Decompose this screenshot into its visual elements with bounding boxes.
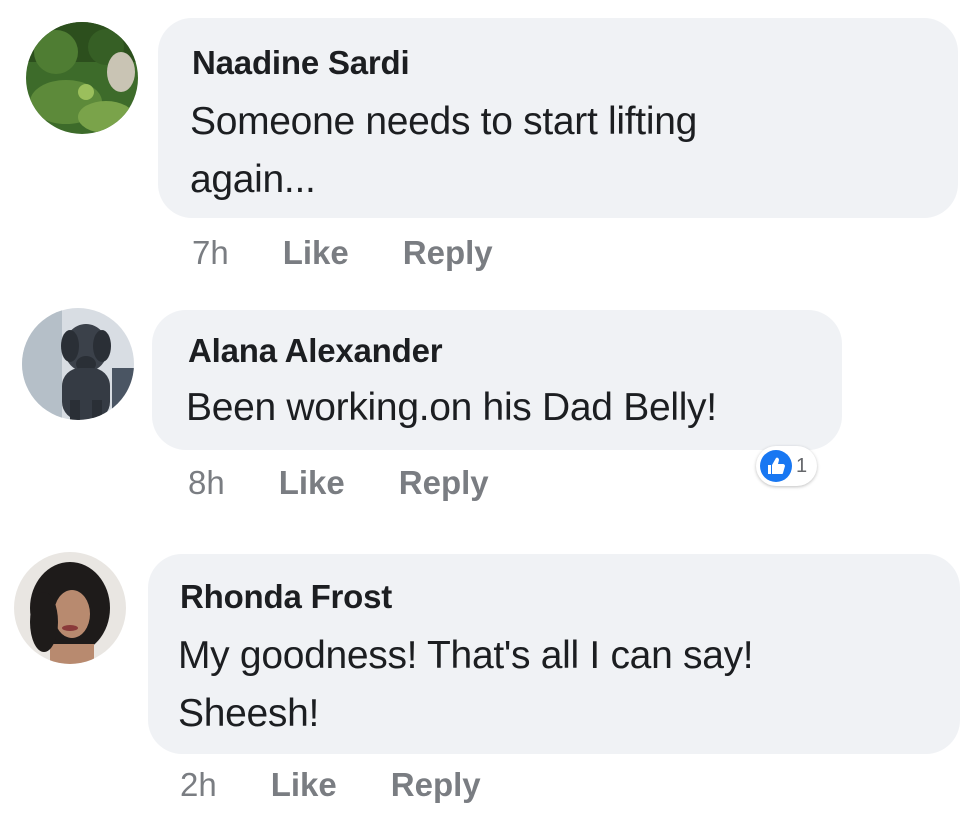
- comment-author[interactable]: Naadine Sardi: [192, 44, 410, 82]
- comment-timestamp[interactable]: 2h: [180, 766, 217, 803]
- reply-button[interactable]: Reply: [391, 766, 481, 803]
- nature-photo-avatar: [26, 22, 138, 134]
- reaction-count: 1: [796, 454, 808, 477]
- comment-timestamp[interactable]: 8h: [188, 464, 225, 501]
- dog-photo-avatar: [22, 308, 134, 420]
- comment-actions: 2h Like Reply: [180, 766, 535, 804]
- like-button[interactable]: Like: [279, 464, 345, 501]
- comment-text-line: again...: [190, 158, 316, 201]
- person-photo-avatar: [14, 552, 126, 664]
- like-button[interactable]: Like: [271, 766, 337, 803]
- comment-timestamp[interactable]: 7h: [192, 234, 229, 271]
- comment-actions: 7h Like Reply: [192, 234, 547, 272]
- comment-actions: 8h Like Reply: [188, 464, 543, 502]
- like-button[interactable]: Like: [283, 234, 349, 271]
- thumbs-up-icon: [760, 450, 792, 482]
- avatar[interactable]: [26, 22, 138, 134]
- comment-item: Naadine Sardi Someone needs to start lif…: [0, 0, 960, 290]
- reaction-summary[interactable]: 1: [756, 446, 818, 486]
- reply-button[interactable]: Reply: [403, 234, 493, 271]
- comment-item: Rhonda Frost My goodness! That's all I c…: [0, 540, 960, 818]
- comment-text-line: My goodness! That's all I can say!: [178, 634, 754, 677]
- comment-item: Alana Alexander Been working.on his Dad …: [0, 300, 960, 530]
- comment-text-line: Sheesh!: [178, 692, 320, 735]
- reply-button[interactable]: Reply: [399, 464, 489, 501]
- avatar[interactable]: [22, 308, 134, 420]
- comment-author[interactable]: Rhonda Frost: [180, 578, 392, 616]
- comment-text-line: Been working.on his Dad Belly!: [186, 386, 717, 429]
- comment-author[interactable]: Alana Alexander: [188, 332, 443, 370]
- comment-text-line: Someone needs to start lifting: [190, 100, 697, 143]
- avatar[interactable]: [14, 552, 126, 664]
